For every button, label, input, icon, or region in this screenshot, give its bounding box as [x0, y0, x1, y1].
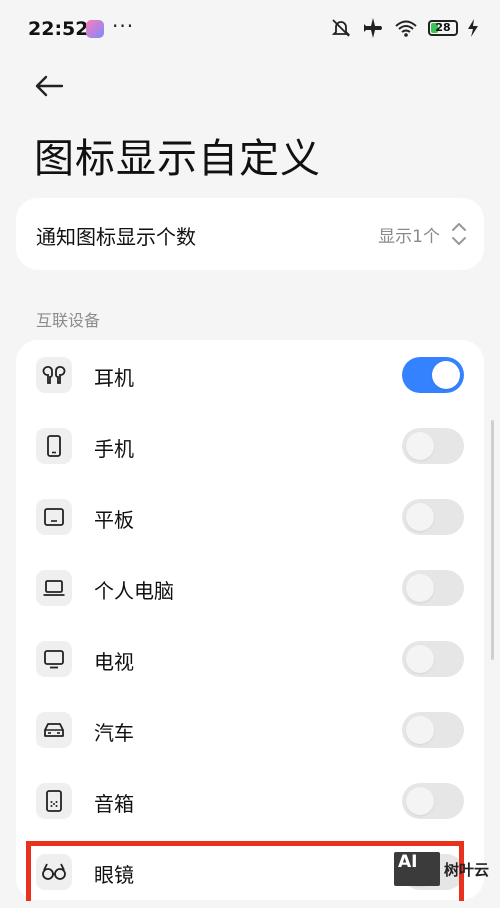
device-label: 汽车: [94, 721, 134, 745]
list-item: 手机: [16, 411, 484, 482]
device-list: 耳机 手机 平板 个人电脑 电视 汽车 音箱 眼镜: [16, 340, 484, 900]
app-notification-icon: [86, 20, 104, 38]
section-title: 互联设备: [36, 311, 101, 330]
list-item: 个人电脑: [16, 553, 484, 624]
mute-icon: [330, 18, 352, 38]
device-label: 音箱: [94, 792, 134, 816]
device-label: 手机: [94, 437, 134, 461]
list-item: 音箱: [16, 766, 484, 837]
pc-toggle[interactable]: [402, 570, 464, 606]
back-button[interactable]: [32, 68, 68, 104]
up-down-chevron-icon: [452, 223, 466, 245]
laptop-icon: [36, 570, 72, 606]
page-title: 图标显示自定义: [34, 136, 321, 182]
tv-toggle[interactable]: [402, 641, 464, 677]
device-label: 平板: [94, 508, 134, 532]
tablet-icon: [36, 499, 72, 535]
battery-level: 28: [435, 21, 451, 34]
car-toggle[interactable]: [402, 712, 464, 748]
watermark: AI 树叶云: [394, 849, 494, 889]
device-label: 耳机: [94, 366, 134, 390]
notification-count-label: 通知图标显示个数: [36, 225, 196, 249]
list-item: 电视: [16, 624, 484, 695]
tv-icon: [36, 641, 72, 677]
status-time: 22:52: [28, 18, 89, 40]
list-item: 耳机: [16, 340, 484, 411]
device-label: 电视: [94, 650, 134, 674]
phone-icon: [36, 428, 72, 464]
wifi-icon: [394, 18, 418, 38]
notification-count-row[interactable]: 通知图标显示个数 显示1个: [16, 198, 484, 270]
status-bar: 22:52 ··· 28: [0, 0, 500, 60]
charging-icon: [468, 19, 478, 37]
scrollbar[interactable]: [491, 420, 494, 660]
list-item: 平板: [16, 482, 484, 553]
battery-icon: 28: [428, 20, 458, 36]
speaker-icon: [36, 783, 72, 819]
back-arrow-icon: [35, 75, 64, 97]
watermark-logo: AI: [394, 852, 440, 886]
speaker-toggle[interactable]: [402, 783, 464, 819]
car-icon: [36, 712, 72, 748]
watermark-text: 树叶云: [444, 860, 490, 879]
device-label: 个人电脑: [94, 579, 174, 603]
phone-toggle[interactable]: [402, 428, 464, 464]
earbuds-icon: [36, 357, 72, 393]
airplane-icon: [362, 18, 384, 38]
notification-count-value: 显示1个: [378, 227, 440, 247]
list-item: 汽车: [16, 695, 484, 766]
tablet-toggle[interactable]: [402, 499, 464, 535]
more-notifications-icon: ···: [112, 14, 135, 38]
earbuds-toggle[interactable]: [402, 357, 464, 393]
